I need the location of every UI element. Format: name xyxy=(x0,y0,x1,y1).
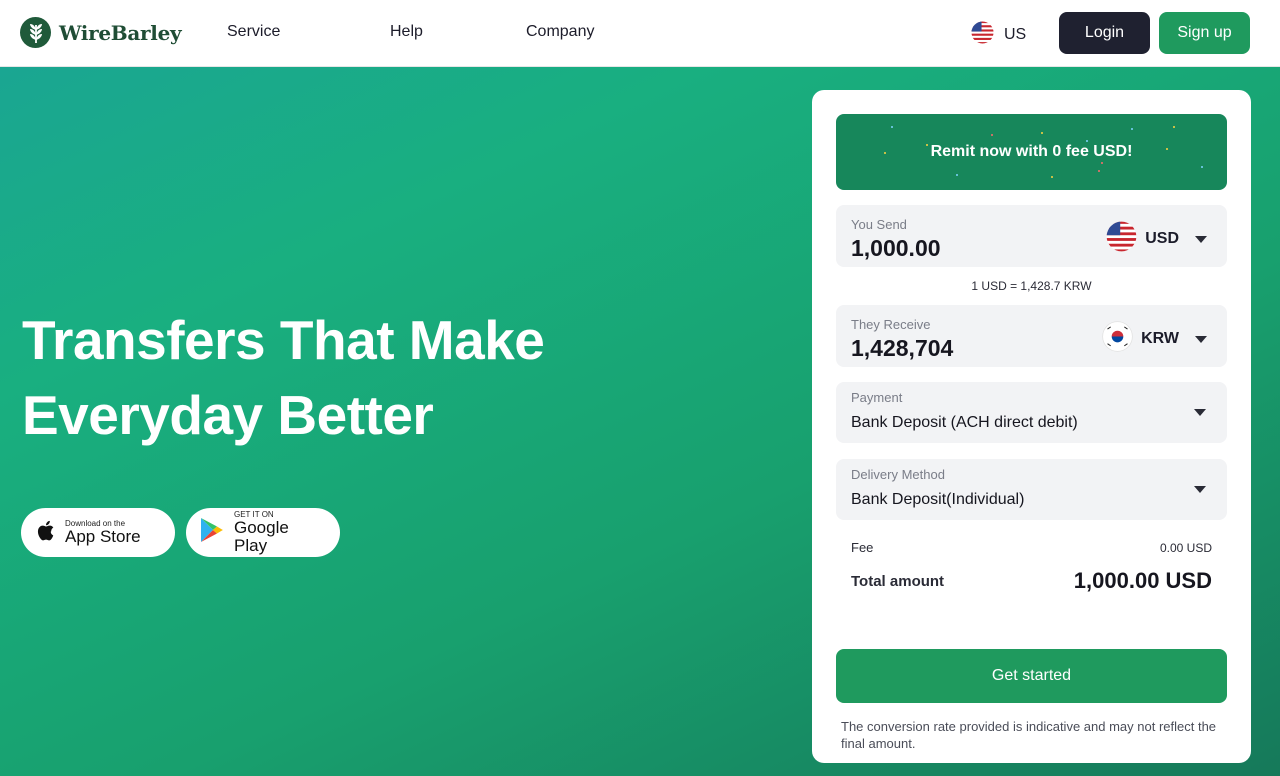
confetti-dot xyxy=(1166,148,1168,150)
us-flag-icon xyxy=(1106,221,1137,257)
send-currency-code: USD xyxy=(1145,230,1179,247)
receive-amount-field[interactable]: They Receive 1,428,704 KRW xyxy=(836,305,1227,367)
total-value: 1,000.00 USD xyxy=(1073,568,1212,593)
promo-banner[interactable]: Remit now with 0 fee USD! xyxy=(836,114,1227,190)
payment-label: Payment xyxy=(851,390,903,405)
receive-amount-input[interactable]: 1,428,704 xyxy=(851,335,953,362)
payment-value: Bank Deposit (ACH direct debit) xyxy=(851,414,1078,431)
apple-icon xyxy=(35,519,55,547)
send-amount-field[interactable]: You Send 1,000.00 USD xyxy=(836,205,1227,267)
hero-title-line-2: Everyday Better xyxy=(22,384,434,446)
send-amount-input[interactable]: 1,000.00 xyxy=(851,235,941,262)
confetti-dot xyxy=(1173,126,1175,128)
confetti-dot xyxy=(1041,132,1043,134)
promo-text: Remit now with 0 fee USD! xyxy=(930,143,1133,160)
fee-value: 0.00 USD xyxy=(1159,540,1212,555)
hero-title: Transfers That Make Everyday Better xyxy=(22,303,545,453)
brand-name: WireBarley xyxy=(59,20,182,45)
delivery-method-select[interactable]: Delivery Method Bank Deposit(Individual) xyxy=(836,459,1227,520)
total-row: Total amount 1,000.00 USD xyxy=(851,568,1212,594)
app-store-text: Download on the App Store xyxy=(65,519,141,546)
receive-currency-selector[interactable]: KRW xyxy=(1102,321,1207,357)
total-label: Total amount xyxy=(851,572,945,590)
chevron-down-icon xyxy=(1194,409,1206,416)
rate-disclaimer: The conversion rate provided is indicati… xyxy=(841,719,1217,751)
fee-row: Fee 0.00 USD xyxy=(851,540,1212,555)
wheat-logo-icon xyxy=(20,17,51,48)
nav-company[interactable]: Company xyxy=(526,23,594,41)
send-currency-selector[interactable]: USD xyxy=(1106,221,1207,257)
confetti-dot xyxy=(956,174,958,176)
confetti-dot xyxy=(884,152,886,154)
locale-selector[interactable]: US xyxy=(971,21,1026,49)
hero-title-line-1: Transfers That Make xyxy=(22,309,545,371)
chevron-down-icon xyxy=(1195,335,1207,343)
confetti-dot xyxy=(926,144,928,146)
payment-method-select[interactable]: Payment Bank Deposit (ACH direct debit) xyxy=(836,382,1227,443)
login-button[interactable]: Login xyxy=(1059,12,1150,54)
nav-service[interactable]: Service xyxy=(227,23,280,41)
confetti-dot xyxy=(1051,176,1053,178)
app-store-button[interactable]: Download on the App Store xyxy=(21,508,175,557)
delivery-value: Bank Deposit(Individual) xyxy=(851,491,1025,508)
signup-button[interactable]: Sign up xyxy=(1159,12,1250,54)
google-play-icon xyxy=(200,517,224,548)
remittance-calculator: Remit now with 0 fee USD! You Send 1,000… xyxy=(812,90,1251,763)
fee-label: Fee xyxy=(851,540,874,555)
confetti-dot xyxy=(1086,140,1088,142)
confetti-dot xyxy=(1101,162,1103,164)
google-play-text: GET IT ON Google Play xyxy=(234,510,326,555)
confetti-dot xyxy=(891,126,893,128)
brand-logo[interactable]: WireBarley xyxy=(20,17,182,48)
confetti-dot xyxy=(1201,166,1203,168)
confetti-dot xyxy=(1131,128,1133,130)
receive-currency-code: KRW xyxy=(1141,330,1179,347)
google-play-button[interactable]: GET IT ON Google Play xyxy=(186,508,340,557)
exchange-rate: 1 USD = 1,428.7 KRW xyxy=(971,279,1092,293)
confetti-dot xyxy=(1098,170,1100,172)
chevron-down-icon xyxy=(1195,235,1207,243)
receive-label: They Receive xyxy=(851,317,931,332)
kr-flag-icon xyxy=(1102,321,1133,357)
nav-help[interactable]: Help xyxy=(390,23,423,41)
locale-label: US xyxy=(1004,26,1027,43)
chevron-down-icon xyxy=(1194,486,1206,493)
top-navigation: WireBarley Service Help Company US Login… xyxy=(0,0,1280,67)
us-flag-icon xyxy=(971,21,994,49)
confetti-dot xyxy=(991,134,993,136)
google-play-label: Google Play xyxy=(234,518,289,555)
get-started-button[interactable]: Get started xyxy=(836,649,1227,703)
delivery-label: Delivery Method xyxy=(851,467,945,482)
app-store-label: App Store xyxy=(65,527,141,546)
send-label: You Send xyxy=(851,217,907,232)
